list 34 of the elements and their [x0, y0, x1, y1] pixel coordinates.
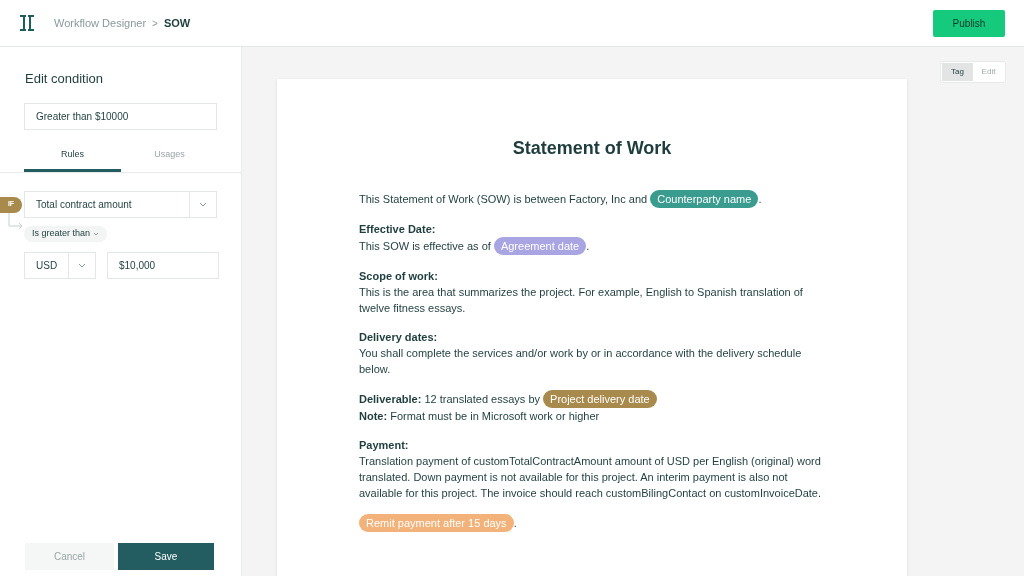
section-heading: Scope of work:	[359, 269, 438, 284]
mode-toggle-option[interactable]: Tag	[942, 63, 973, 81]
document-title: Statement of Work	[511, 137, 673, 160]
body-text: Note: Format must be in Microsoft work or higher	[359, 410, 600, 422]
body-text: This SOW is effective as of	[359, 240, 492, 252]
section-heading: Payment:	[359, 438, 409, 453]
body-text: This is the area that summarizes the project. For example, English to Spanish translation of twelve fitness essays.	[359, 286, 803, 314]
currency-dropdown[interactable]: USD	[24, 251, 96, 279]
section-heading: Effective Date:	[359, 222, 436, 237]
body-text: Deliverable: 12 translated essays by	[359, 393, 541, 405]
panel-tab[interactable]: Rules	[24, 141, 121, 172]
publish-button[interactable]: Publish	[933, 9, 1005, 37]
body-text: .	[513, 517, 517, 529]
field-dropdown[interactable]: Total contract amount	[24, 190, 217, 218]
chevron-down-icon	[93, 231, 100, 236]
breadcrumb-item[interactable]: Workflow Designer	[54, 14, 147, 32]
panel-title: Edit condition	[25, 70, 104, 88]
placeholder-tag[interactable]: Project delivery date	[543, 390, 657, 408]
breadcrumb-item: SOW	[163, 15, 191, 31]
breadcrumb-separator: >	[152, 16, 158, 31]
body-text: This Statement of Work (SOW) is between Factory, Inc and	[359, 193, 649, 205]
placeholder-tag[interactable]: Counterparty name	[650, 190, 759, 208]
section-heading: Delivery dates:	[359, 330, 438, 345]
chevron-down-icon	[78, 262, 86, 268]
condition-name-field[interactable]: Greater than $10000	[24, 102, 217, 130]
body-text: .	[586, 240, 590, 252]
logo-icon[interactable]	[19, 15, 35, 31]
body-text: Translation payment of customTotalContractAmount amount of USD per English (original) word translated. Down payment is not available for this project. An interim payment is also not available for this project. The invoice should reach customBilingContact on customInvoiceDate.	[359, 455, 822, 499]
amount-field[interactable]: $10,000	[107, 251, 219, 279]
body-text: .	[758, 193, 762, 205]
chevron-down-icon	[199, 201, 207, 207]
save-button[interactable]: Save	[118, 543, 214, 570]
body-text: You shall complete the services and/or work by or in accordance with the delivery schedule below.	[359, 347, 802, 375]
operator-dropdown[interactable]: Is greater than	[24, 225, 108, 242]
